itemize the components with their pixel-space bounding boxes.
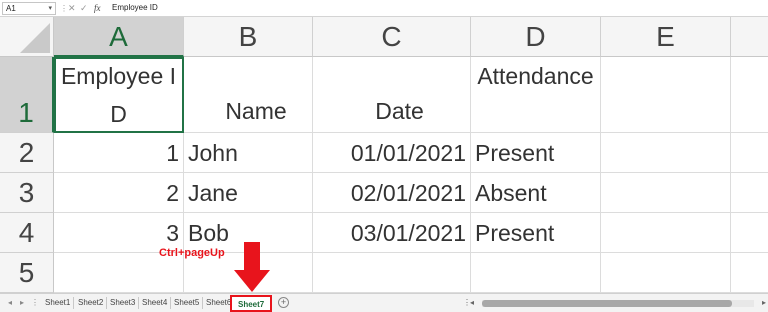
row-header-3[interactable]: 3: [0, 173, 54, 213]
cell-e3[interactable]: [601, 173, 731, 213]
cell-b3[interactable]: Jane: [184, 173, 313, 213]
cell-f3[interactable]: [731, 173, 768, 213]
cell-a2[interactable]: 1: [54, 133, 184, 173]
cell-e4[interactable]: [601, 213, 731, 253]
next-sheet-icon[interactable]: ▸: [20, 297, 24, 309]
formula-input[interactable]: Employee ID: [112, 2, 158, 14]
cell-c1-text: Date: [375, 98, 424, 124]
cell-a5[interactable]: [54, 253, 184, 293]
cell-e1[interactable]: [601, 57, 731, 133]
scrollbar-thumb[interactable]: [482, 300, 732, 307]
arrow-down-icon: [234, 270, 270, 292]
cell-c5[interactable]: [313, 253, 471, 293]
sheet-tab-5[interactable]: Sheet5: [171, 297, 204, 309]
cell-f5[interactable]: [731, 253, 768, 293]
cell-d4[interactable]: Present: [471, 213, 601, 253]
cell-e2[interactable]: [601, 133, 731, 173]
cell-c1[interactable]: Date: [313, 57, 471, 133]
column-header-c[interactable]: C: [313, 17, 471, 57]
add-sheet-icon[interactable]: +: [278, 297, 289, 308]
name-box-value: A1: [6, 4, 16, 13]
cell-d1[interactable]: Attendance: [471, 57, 601, 133]
sheet-tab-7-active[interactable]: Sheet7: [230, 295, 273, 312]
cell-d5[interactable]: [471, 253, 601, 293]
cell-e5[interactable]: [601, 253, 731, 293]
sheet-tab-4[interactable]: Sheet4: [139, 297, 172, 309]
more-sheets-icon[interactable]: ⋮: [31, 297, 39, 309]
cell-a3[interactable]: 2: [54, 173, 184, 213]
cell-b1[interactable]: Name: [184, 57, 313, 133]
cell-a1-text: Employee ID: [60, 63, 177, 127]
row-header-1[interactable]: 1: [0, 57, 54, 133]
select-all-button[interactable]: [0, 17, 54, 57]
cell-c2[interactable]: 01/01/2021: [313, 133, 471, 173]
scroll-right-icon[interactable]: ▸: [762, 298, 766, 307]
cell-f4[interactable]: [731, 213, 768, 253]
name-box[interactable]: A1 ▾: [2, 2, 56, 15]
column-header-b[interactable]: B: [184, 17, 313, 57]
cell-d1-text: Attendance: [477, 63, 594, 89]
select-all-triangle-icon: [20, 23, 50, 53]
sheet-tab-1[interactable]: Sheet1: [42, 297, 75, 309]
scroll-left-icon[interactable]: ◂: [470, 298, 474, 307]
prev-sheet-icon[interactable]: ◂: [8, 297, 12, 309]
chevron-down-icon[interactable]: ▾: [48, 3, 52, 14]
sheet-tab-3[interactable]: Sheet3: [107, 297, 140, 309]
cell-a1[interactable]: Employee ID: [54, 57, 184, 133]
sheet-tab-2[interactable]: Sheet2: [75, 297, 108, 309]
row-header-2[interactable]: 2: [0, 133, 54, 173]
cell-d3[interactable]: Absent: [471, 173, 601, 213]
more-options-icon: ⋮: [60, 4, 68, 13]
check-icon[interactable]: ✓: [80, 2, 88, 14]
row-header-4[interactable]: 4: [0, 213, 54, 253]
row-header-5[interactable]: 5: [0, 253, 54, 293]
arrow-down-icon-shaft: [244, 242, 260, 272]
cell-c4[interactable]: 03/01/2021: [313, 213, 471, 253]
cell-f2[interactable]: [731, 133, 768, 173]
cell-c3[interactable]: 02/01/2021: [313, 173, 471, 213]
cancel-icon[interactable]: ✕: [68, 2, 76, 14]
horizontal-scrollbar[interactable]: ◂ ▸: [470, 298, 766, 307]
formula-bar: A1 ▾ ⋮ ✕ ✓ fx Employee ID: [0, 0, 768, 17]
sheet-tab-bar: ◂ ▸ ⋮ Sheet1 Sheet2 Sheet3 Sheet4 Sheet5…: [0, 293, 768, 312]
column-header-a[interactable]: A: [54, 17, 184, 57]
insert-function-icon[interactable]: fx: [94, 2, 101, 14]
cell-b1-text: Name: [225, 98, 287, 124]
column-header-e[interactable]: E: [601, 17, 731, 57]
cell-f1[interactable]: [731, 57, 768, 133]
cell-b2[interactable]: John: [184, 133, 313, 173]
cell-d2[interactable]: Present: [471, 133, 601, 173]
column-header-d[interactable]: D: [471, 17, 601, 57]
shortcut-annotation: Ctrl+pageUp: [159, 247, 225, 259]
column-header-f[interactable]: [731, 17, 768, 57]
